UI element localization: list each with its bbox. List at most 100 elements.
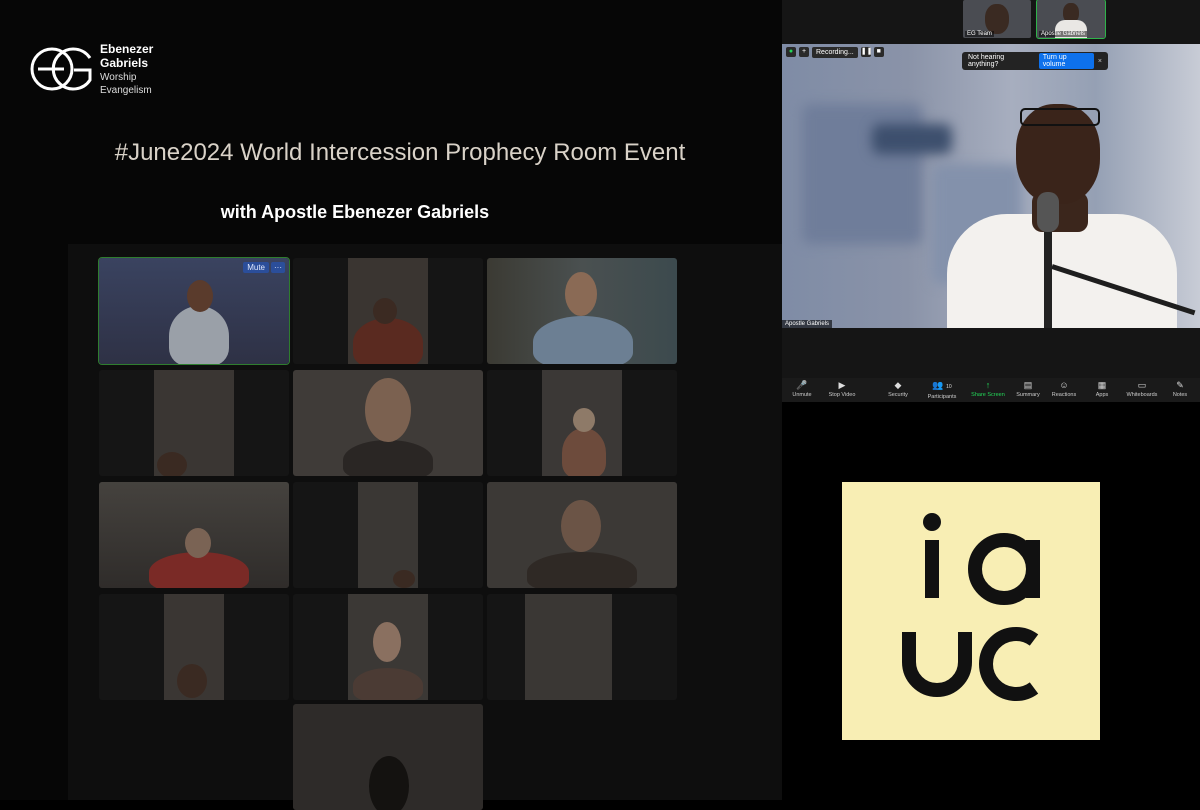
iauc-logo-tile bbox=[842, 482, 1100, 740]
shield-icon[interactable]: ● bbox=[786, 47, 796, 57]
participant-head bbox=[373, 298, 397, 324]
participant-figure bbox=[343, 440, 433, 476]
toolbar-label: Security bbox=[888, 392, 908, 398]
participant-figure bbox=[353, 318, 423, 364]
participant-tile[interactable] bbox=[99, 594, 289, 700]
notes-icon: ✎ bbox=[1176, 380, 1184, 390]
toolbar-label: Stop Video bbox=[828, 392, 856, 398]
shield-icon: ◆ bbox=[894, 380, 902, 390]
security-button[interactable]: ◆ Security bbox=[878, 380, 918, 399]
microphone-muted-icon: 🎤 bbox=[796, 380, 808, 390]
apps-icon: ▦ bbox=[1097, 380, 1107, 390]
share-screen-icon: ↑ bbox=[985, 380, 991, 390]
participant-head bbox=[185, 528, 211, 558]
participant-tile[interactable] bbox=[487, 482, 677, 588]
notes-button[interactable]: ✎ Notes bbox=[1160, 380, 1200, 399]
speaker-name-tag: Apostle Gabriels bbox=[782, 320, 833, 328]
event-subtitle: with Apostle Ebenezer Gabriels bbox=[220, 202, 490, 222]
toolbar-label: Summary bbox=[1016, 392, 1040, 398]
glasses bbox=[1020, 108, 1100, 126]
toolbar-label: Whiteboards bbox=[1126, 392, 1158, 398]
participant-head bbox=[573, 408, 595, 432]
stop-video-button[interactable]: ▶ Stop Video bbox=[822, 380, 862, 399]
logo-line-3: Worship bbox=[100, 72, 137, 83]
share-screen-button[interactable]: ↑ Share Screen bbox=[968, 380, 1008, 399]
participant-tile[interactable] bbox=[293, 704, 483, 810]
background-blur bbox=[872, 124, 952, 154]
participant-gallery: Mute ··· bbox=[68, 244, 782, 810]
meeting-toolbar: 🎤 Unmute ▶ Stop Video ◆ Security 👥 10 Pa… bbox=[782, 378, 1200, 402]
close-icon[interactable]: × bbox=[1098, 58, 1102, 65]
thumbnail-label: Apostle Gabriels bbox=[1039, 31, 1088, 37]
participant-tile[interactable] bbox=[487, 594, 677, 700]
participant-tile[interactable] bbox=[487, 258, 677, 364]
toolbar-label: Unmute bbox=[792, 392, 812, 398]
audio-notice: Not hearing anything? Turn up volume × bbox=[962, 52, 1108, 70]
participant-tile[interactable] bbox=[99, 482, 289, 588]
participant-tile[interactable] bbox=[293, 370, 483, 476]
unmute-button[interactable]: 🎤 Unmute bbox=[782, 380, 822, 399]
participant-figure bbox=[169, 306, 229, 364]
plus-icon[interactable]: + bbox=[799, 47, 809, 57]
participant-figure bbox=[562, 428, 606, 476]
pause-icon[interactable]: ❚❚ bbox=[860, 47, 872, 57]
participant-tile[interactable] bbox=[487, 370, 677, 476]
participant-head bbox=[393, 570, 415, 588]
participant-head bbox=[561, 500, 601, 552]
apps-button[interactable]: ▦ Apps bbox=[1082, 380, 1122, 399]
participant-figure bbox=[533, 316, 633, 364]
toolbar-label: Reactions bbox=[1051, 392, 1077, 398]
event-promo-panel: Ebenezer Gabriels Worship Evangelism #Ju… bbox=[0, 0, 782, 810]
whiteboard-icon: ▭ bbox=[1137, 380, 1147, 390]
active-speaker-video: ● + Recording... ❚❚ ■ Not hearing anythi… bbox=[782, 44, 1200, 328]
participant-tile[interactable] bbox=[99, 370, 289, 476]
participant-video bbox=[525, 594, 612, 700]
turn-up-volume-button[interactable]: Turn up volume bbox=[1038, 53, 1094, 69]
logo-line-4: Evangelism bbox=[100, 85, 152, 96]
microphone-icon bbox=[1037, 192, 1059, 232]
recording-status: Recording... bbox=[812, 46, 858, 58]
reactions-button[interactable]: ☺ Reactions bbox=[1044, 380, 1084, 399]
participant-head bbox=[373, 622, 401, 662]
participants-count: 10 bbox=[946, 384, 952, 390]
participant-figure bbox=[353, 668, 423, 700]
logo-line-2: Gabriels bbox=[100, 56, 149, 70]
participant-head bbox=[157, 452, 187, 476]
mute-button[interactable]: Mute bbox=[243, 262, 269, 273]
reactions-icon: ☺ bbox=[1059, 380, 1069, 390]
recording-indicator: ● + Recording... ❚❚ ■ bbox=[786, 46, 884, 58]
iauc-logo-icon bbox=[902, 513, 1040, 701]
zoom-meeting-window: EG Team Apostle Gabriels ● + Recording..… bbox=[782, 0, 1200, 402]
participant-head bbox=[985, 4, 1009, 34]
participant-head bbox=[565, 272, 597, 316]
participants-glyph: 👥 bbox=[932, 380, 944, 390]
participants-icon: 👥 10 bbox=[922, 380, 962, 393]
participant-head bbox=[177, 664, 207, 698]
toolbar-label: Share Screen bbox=[971, 392, 1005, 398]
participant-head bbox=[369, 756, 409, 810]
event-title: #June2024 World Intercession Prophecy Ro… bbox=[114, 139, 686, 166]
thumbnail-apostle-gabriels[interactable]: Apostle Gabriels bbox=[1036, 0, 1106, 39]
toolbar-label: Apps bbox=[1095, 392, 1109, 398]
participant-tile[interactable] bbox=[293, 594, 483, 700]
thumbnail-label: EG Team bbox=[965, 31, 994, 37]
thumbnail-eg-team[interactable]: EG Team bbox=[963, 0, 1031, 38]
participant-tile[interactable] bbox=[293, 258, 483, 364]
participant-figure bbox=[527, 552, 637, 588]
whiteboards-button[interactable]: ▭ Whiteboards bbox=[1122, 380, 1162, 399]
participants-button[interactable]: 👥 10 Participants bbox=[922, 380, 962, 401]
participant-tile[interactable] bbox=[293, 482, 483, 588]
more-options-button[interactable]: ··· bbox=[271, 262, 285, 273]
brand-logo: Ebenezer Gabriels Worship Evangelism bbox=[30, 42, 180, 98]
toolbar-label: Participants bbox=[927, 394, 957, 400]
participant-head bbox=[187, 280, 213, 312]
stop-icon[interactable]: ■ bbox=[873, 47, 884, 57]
participant-tile[interactable]: Mute ··· bbox=[98, 257, 290, 365]
notice-text: Not hearing anything? bbox=[968, 54, 1005, 68]
video-camera-icon: ▶ bbox=[838, 380, 846, 390]
eg-logo-icon bbox=[30, 47, 92, 91]
logo-line-1: Ebenezer bbox=[100, 42, 154, 56]
summary-button[interactable]: ▤ Summary bbox=[1008, 380, 1048, 399]
summary-icon: ▤ bbox=[1023, 380, 1033, 390]
participant-head bbox=[365, 378, 411, 442]
